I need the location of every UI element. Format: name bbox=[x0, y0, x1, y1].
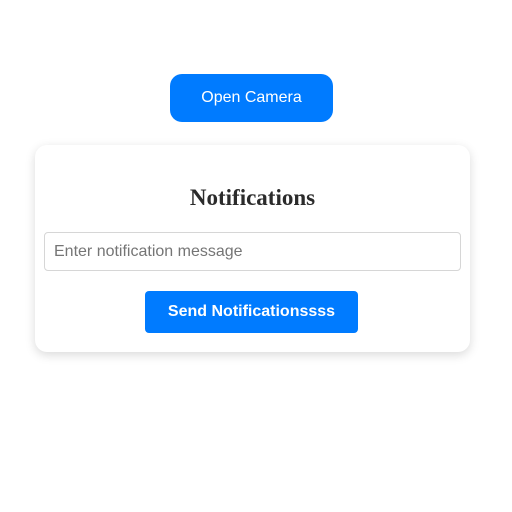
send-notification-button[interactable]: Send Notificationssss bbox=[145, 291, 358, 333]
notification-message-input[interactable] bbox=[44, 232, 461, 271]
page: Open Camera Notifications Send Notificat… bbox=[0, 0, 512, 512]
open-camera-button[interactable]: Open Camera bbox=[170, 74, 333, 122]
notifications-title: Notifications bbox=[189, 185, 316, 210]
